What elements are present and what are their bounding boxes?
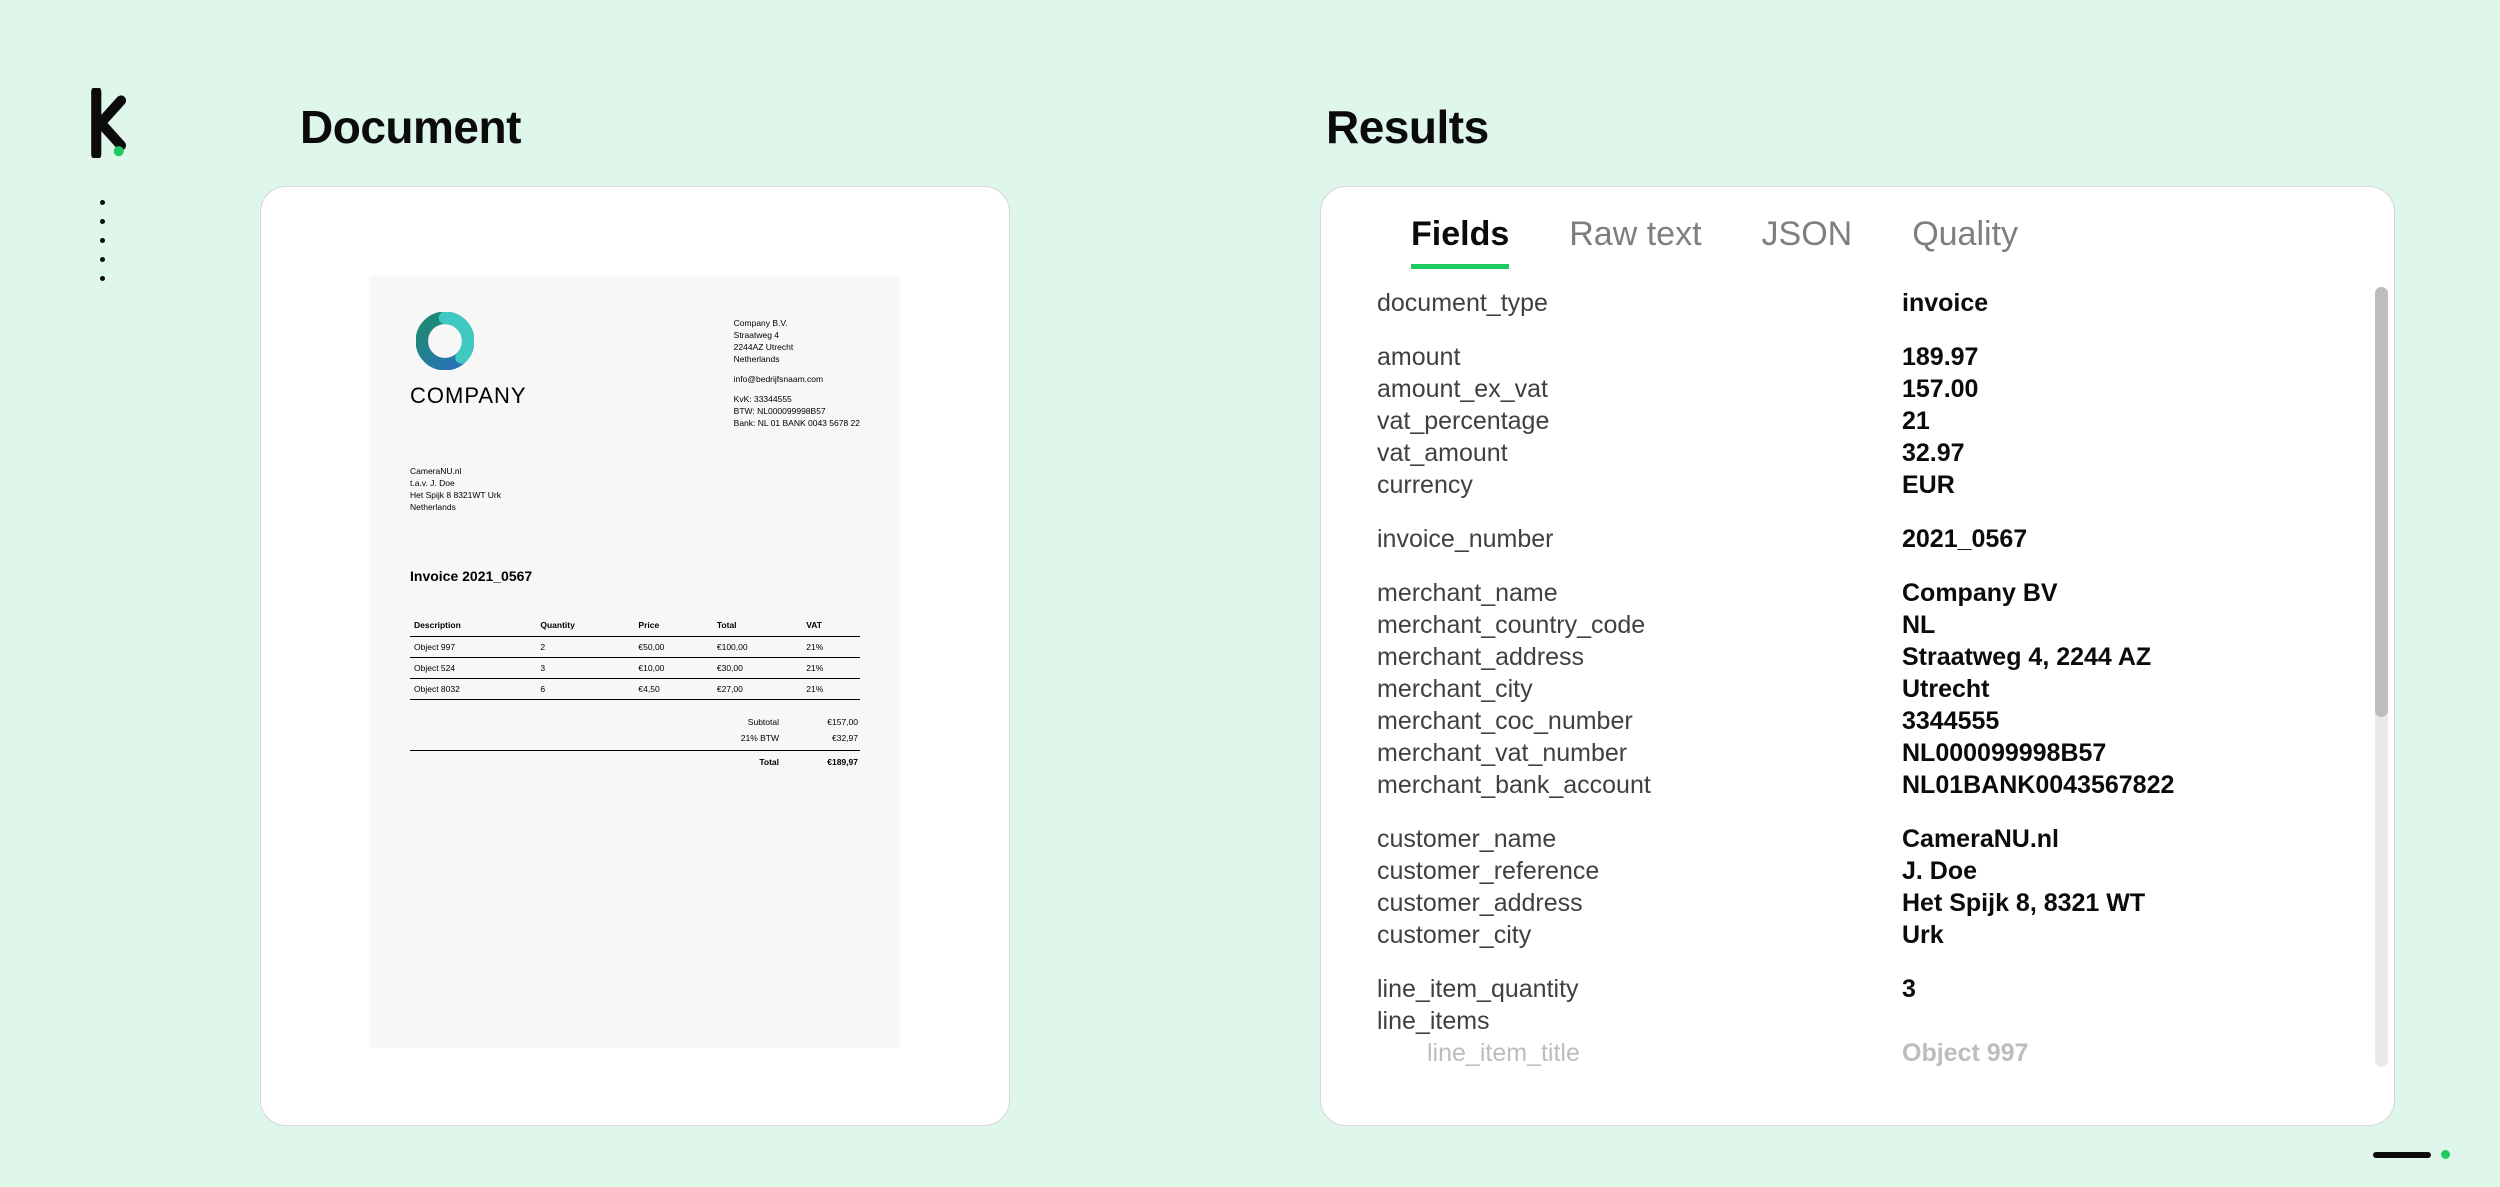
- document-panel: COMPANY Company B.V. Straatweg 4 2244AZ …: [260, 186, 1010, 1126]
- field-row: invoice_number2021_0567: [1377, 523, 2326, 555]
- results-heading: Results: [1326, 100, 1489, 154]
- decorative-bottom-marks: [2373, 1150, 2450, 1159]
- field-row: merchant_vat_numberNL000099998B57: [1377, 737, 2326, 769]
- field-row: customer_referenceJ. Doe: [1377, 855, 2326, 887]
- field-row: customer_cityUrk: [1377, 919, 2326, 951]
- fields-scroll-area: document_typeinvoice amount189.97amount_e…: [1377, 287, 2356, 1099]
- tab-raw-text[interactable]: Raw text: [1569, 215, 1701, 269]
- results-tabs: Fields Raw text JSON Quality: [1321, 187, 2394, 269]
- results-panel: Fields Raw text JSON Quality document_ty…: [1320, 186, 2395, 1126]
- tab-json[interactable]: JSON: [1762, 215, 1853, 269]
- invoice-customer-block: CameraNU.nl t.a.v. J. Doe Het Spijk 8 83…: [410, 465, 860, 513]
- field-row: document_typeinvoice: [1377, 287, 2326, 319]
- field-row: vat_amount32.97: [1377, 437, 2326, 469]
- field-row: customer_nameCameraNU.nl: [1377, 823, 2326, 855]
- field-row: line_item_quantity3: [1377, 973, 2326, 1005]
- field-row: merchant_bank_accountNL01BANK0043567822: [1377, 769, 2326, 801]
- field-row: merchant_cityUtrecht: [1377, 673, 2326, 705]
- field-row: amount_ex_vat157.00: [1377, 373, 2326, 405]
- document-heading: Document: [300, 100, 521, 154]
- field-row: line_items: [1377, 1005, 2326, 1037]
- field-row: merchant_coc_number3344555: [1377, 705, 2326, 737]
- table-row: Object 9972€50,00€100,0021%: [410, 637, 860, 658]
- field-row: customer_addressHet Spijk 8, 8321 WT: [1377, 887, 2326, 919]
- decorative-dots: [100, 200, 105, 281]
- scrollbar-thumb[interactable]: [2375, 287, 2388, 717]
- field-row: merchant_addressStraatweg 4, 2244 AZ: [1377, 641, 2326, 673]
- invoice-page: COMPANY Company B.V. Straatweg 4 2244AZ …: [370, 277, 900, 1047]
- brand-logo: [85, 88, 130, 158]
- tab-fields[interactable]: Fields: [1411, 215, 1509, 269]
- field-row: currencyEUR: [1377, 469, 2326, 501]
- table-row: Object 80326€4,50€27,0021%: [410, 679, 860, 700]
- tab-quality[interactable]: Quality: [1912, 215, 2018, 269]
- field-row: merchant_nameCompany BV: [1377, 577, 2326, 609]
- invoice-company-name: COMPANY: [410, 383, 527, 409]
- invoice-company-info: Company B.V. Straatweg 4 2244AZ Utrecht …: [734, 312, 860, 429]
- invoice-logo-icon: [416, 312, 474, 370]
- invoice-title: Invoice 2021_0567: [410, 568, 860, 584]
- field-row: line_item_titleObject 997: [1377, 1037, 2326, 1069]
- invoice-totals: Subtotal€157,00 21% BTW€32,97 Total€189,…: [410, 714, 860, 770]
- field-row: amount189.97: [1377, 341, 2326, 373]
- field-row: vat_percentage21: [1377, 405, 2326, 437]
- field-row: merchant_country_codeNL: [1377, 609, 2326, 641]
- table-row: Object 5243€10,00€30,0021%: [410, 658, 860, 679]
- invoice-lines-table: Description Quantity Price Total VAT Obj…: [410, 614, 860, 700]
